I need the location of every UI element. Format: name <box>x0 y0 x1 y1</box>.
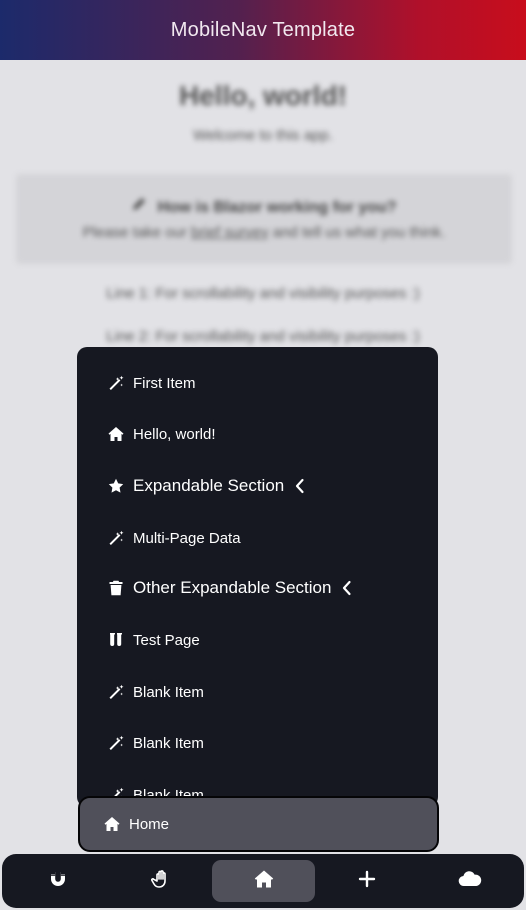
nav-item-label: Expandable Section <box>133 476 285 495</box>
app-title: MobileNav Template <box>170 18 356 41</box>
nav-item-first-item[interactable]: First Item <box>77 363 438 403</box>
star-icon <box>107 477 125 495</box>
test-tubes-icon <box>107 631 125 649</box>
magic-wand-icon <box>107 374 125 392</box>
nav-item-expandable-section[interactable]: Expandable Section <box>77 466 438 506</box>
content-line: Line 2: For scrollability and visibility… <box>106 328 420 345</box>
nav-item-test-page[interactable]: Test Page <box>77 620 438 660</box>
welcome-text: Welcome to this app. <box>193 127 333 144</box>
nav-item-label: Blank Item <box>133 734 204 752</box>
bottom-nav-cloud-button[interactable] <box>418 860 521 902</box>
survey-question: How is Blazor working for you? <box>16 196 512 217</box>
home-icon <box>254 869 274 894</box>
content-line: Line 1: For scrollability and visibility… <box>106 285 420 302</box>
nav-item-blank-item[interactable]: Blank Item <box>77 672 438 712</box>
cloud-icon <box>458 869 482 894</box>
nav-item-hello-world[interactable]: Hello, world! <box>77 414 438 454</box>
current-page-label: Home <box>129 815 170 833</box>
nav-item-label: Blank Item <box>133 683 204 701</box>
hand-icon <box>150 869 171 894</box>
nav-drawer: First Item Hello, world! Expandable Sect… <box>77 347 438 807</box>
pencil-icon <box>131 196 147 217</box>
survey-prompt: How is Blazor working for you? Please ta… <box>16 174 512 264</box>
magic-wand-icon <box>107 529 125 547</box>
nav-item-label: Multi-Page Data <box>133 529 241 547</box>
survey-text: Please take our brief survey and tell us… <box>82 224 446 241</box>
bottom-nav-hand-button[interactable] <box>109 860 212 902</box>
current-page-home-button[interactable]: Home <box>78 796 439 852</box>
chevron-left-icon[interactable] <box>294 478 306 494</box>
nav-item-label: Hello, world! <box>133 425 216 443</box>
page-heading: Hello, world! <box>179 80 347 111</box>
nav-item-label: Test Page <box>133 631 200 649</box>
bottom-nav-bar <box>2 854 524 908</box>
nav-item-other-expandable-section[interactable]: Other Expandable Section <box>77 568 438 608</box>
survey-link[interactable]: brief survey <box>191 224 269 241</box>
magic-wand-icon <box>107 683 125 701</box>
bottom-nav-home-button[interactable] <box>212 860 315 902</box>
home-icon <box>107 425 125 443</box>
app-header: MobileNav Template <box>0 0 526 60</box>
bottom-nav-add-button[interactable] <box>315 860 418 902</box>
nav-item-label: First Item <box>133 374 196 392</box>
magnet-icon <box>48 869 68 894</box>
nav-item-multi-page-data[interactable]: Multi-Page Data <box>77 518 438 558</box>
bottom-nav-magnet-button[interactable] <box>6 860 109 902</box>
plus-icon <box>357 869 377 894</box>
nav-item-label: Other Expandable Section <box>133 578 332 597</box>
chevron-left-icon[interactable] <box>341 580 353 596</box>
trash-icon <box>107 579 125 597</box>
magic-wand-icon <box>107 734 125 752</box>
home-icon <box>103 815 121 833</box>
nav-item-blank-item[interactable]: Blank Item <box>77 723 438 763</box>
